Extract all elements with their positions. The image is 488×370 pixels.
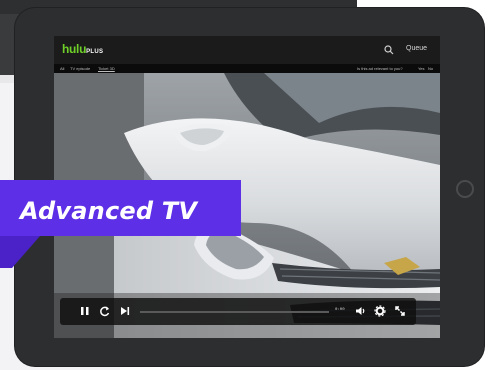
subbar-item-all[interactable]: All: [60, 66, 64, 71]
subbar-item-ticket[interactable]: Ticket 3D: [98, 66, 115, 71]
skip-next-icon[interactable]: [118, 304, 132, 318]
settings-icon[interactable]: [373, 304, 387, 318]
time-display: 0:00: [335, 308, 345, 312]
ad-info-bar: All TV episode Ticket 3D Is this ad rele…: [54, 64, 440, 73]
hulu-plus-badge: PLUS: [86, 49, 104, 55]
hulu-logo-text: hulu: [62, 42, 87, 56]
headline-title: Advanced TV: [20, 197, 198, 225]
search-icon[interactable]: [384, 45, 394, 55]
queue-link[interactable]: Queue: [406, 45, 427, 52]
ad-yes-button[interactable]: Yes: [418, 66, 425, 71]
subbar-item-episode[interactable]: TV episode: [70, 66, 90, 71]
hulu-top-bar: huluPLUS Queue: [54, 36, 440, 64]
ad-relevance-question: Is this ad relevant to you?: [357, 66, 403, 71]
banner-tail: [0, 236, 40, 268]
hulu-plus-logo[interactable]: huluPLUS: [62, 42, 103, 56]
fullscreen-icon[interactable]: [393, 304, 407, 318]
progress-track[interactable]: [140, 311, 329, 313]
ad-no-button[interactable]: No: [428, 66, 433, 71]
replay-icon[interactable]: [98, 304, 112, 318]
tablet-home-button[interactable]: [456, 180, 474, 198]
pause-icon[interactable]: [78, 304, 92, 318]
volume-icon[interactable]: [353, 304, 367, 318]
player-controls: 0:00: [60, 298, 416, 325]
